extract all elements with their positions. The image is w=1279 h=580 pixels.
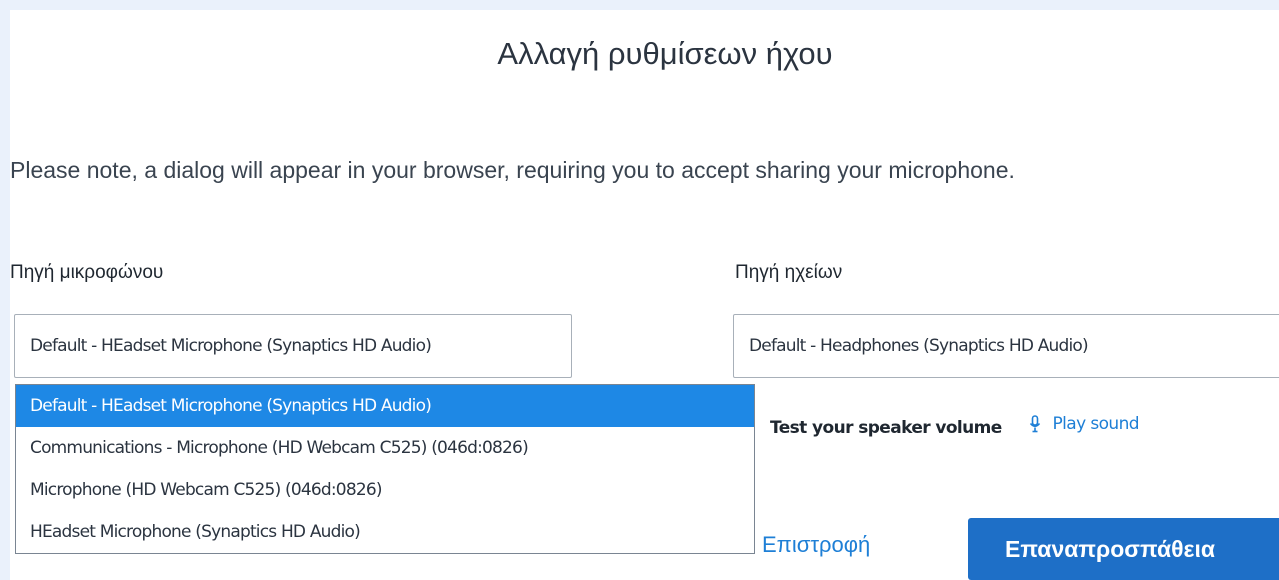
speaker-source-label: Πηγή ηχείων	[735, 262, 843, 283]
dialog-title: Αλλαγή ρυθμίσεων ήχου	[497, 36, 833, 71]
microphone-option[interactable]: Communications - Microphone (HD Webcam C…	[16, 427, 754, 469]
microphone-select[interactable]: Default - HEadset Microphone (Synaptics …	[14, 314, 572, 378]
retry-button[interactable]: Επαναπροσπάθεια	[968, 518, 1279, 580]
microphone-option[interactable]: HEadset Microphone (Synaptics HD Audio)	[16, 511, 754, 553]
audio-settings-dialog: Αλλαγή ρυθμίσεων ήχου Please note, a dia…	[10, 10, 1279, 580]
microphone-option[interactable]: Microphone (HD Webcam C525) (046d:0826)	[16, 469, 754, 511]
speaker-test-label: Test your speaker volume	[770, 418, 1002, 438]
speaker-test-row: Test your speaker volume Play sound	[770, 408, 1140, 440]
microphone-dropdown-list: Default - HEadset Microphone (Synaptics …	[15, 384, 755, 554]
microphone-icon	[1029, 415, 1040, 433]
permission-note: Please note, a dialog will appear in you…	[10, 157, 1015, 183]
play-sound-link[interactable]: Play sound	[1029, 408, 1140, 440]
microphone-option[interactable]: Default - HEadset Microphone (Synaptics …	[16, 385, 754, 427]
speaker-select[interactable]: Default - Headphones (Synaptics HD Audio…	[733, 314, 1279, 378]
microphone-source-label: Πηγή μικροφώνου	[10, 262, 164, 283]
play-sound-label: Play sound	[1052, 414, 1140, 434]
back-link[interactable]: Επιστροφή	[762, 532, 870, 558]
